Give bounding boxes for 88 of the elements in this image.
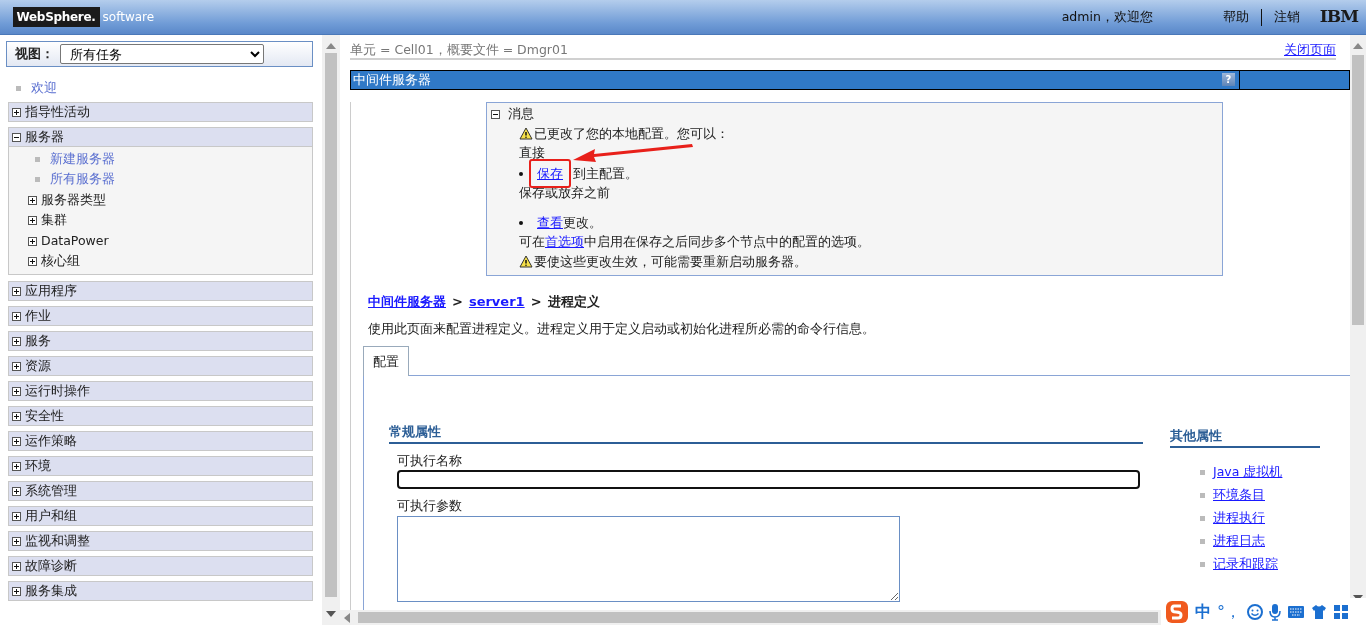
breadcrumb-separator: > (452, 294, 463, 309)
keyboard-icon[interactable] (1287, 604, 1305, 619)
nav-category[interactable]: 系统管理 (8, 480, 313, 501)
field-label: 可执行名称 (397, 451, 463, 470)
property-link[interactable]: Java 虚拟机 (1213, 463, 1283, 479)
message-text: 已更改了您的本地配置。您可以： (534, 124, 729, 143)
panel-title: 中间件服务器 (353, 71, 431, 89)
scope-text: 单元 = Cell01，概要文件 = Dmgr01 (350, 41, 568, 58)
breadcrumb-separator: > (530, 294, 542, 309)
property-link[interactable]: 进程日志 (1213, 532, 1265, 548)
section-heading: 常规属性 (389, 422, 1143, 444)
brand-logo: WebSphere. (12, 7, 100, 27)
nav-subcategory[interactable]: 集群 (28, 210, 67, 231)
scroll-up-icon[interactable] (1353, 43, 1363, 49)
view-label: 视图： (15, 44, 54, 63)
tab[interactable]: 配置 (363, 346, 409, 376)
nav-category[interactable]: 监视和调整 (8, 530, 313, 551)
bullet-icon (35, 177, 40, 183)
close-page-link[interactable]: 关闭页面 (1284, 41, 1336, 58)
scrollbar-thumb[interactable] (358, 612, 1158, 623)
message-text: 到主配置。 (573, 164, 638, 183)
scroll-up-icon[interactable] (326, 43, 336, 49)
nav-category[interactable]: 服务 (8, 330, 313, 351)
input-mode-toggle[interactable]: 中 (1195, 599, 1211, 624)
message-text: 可在首选项中启用在保存之后同步多个节点中的配置的选项。 (519, 233, 870, 252)
message-heading: 消息 (508, 106, 534, 121)
scrollbar-thumb[interactable] (325, 53, 337, 597)
bullet-icon (35, 156, 40, 162)
bullet-icon (1200, 561, 1205, 567)
nav-category[interactable]: 服务集成 (8, 580, 313, 601)
text-area[interactable] (397, 516, 900, 602)
bullet-icon (1200, 538, 1205, 544)
field-label: 可执行参数 (397, 497, 463, 516)
link[interactable]: 查看 (537, 214, 563, 230)
scroll-down-icon[interactable] (326, 611, 336, 617)
warning-icon (519, 127, 533, 140)
warning-icon (519, 255, 533, 268)
nav-category[interactable]: 运作策略 (8, 430, 313, 451)
nav-category[interactable]: 用户和组 (8, 505, 313, 526)
message-text: 直接 (519, 144, 545, 163)
nav-link[interactable]: 所有服务器 (50, 171, 115, 187)
nav-category[interactable]: 资源 (8, 355, 313, 376)
logout-link[interactable]: 注销 (1273, 7, 1300, 27)
punctuation-toggle[interactable]: °， (1217, 599, 1241, 624)
message-text: 查看更改。 (537, 213, 602, 232)
property-link[interactable]: 进程执行 (1213, 509, 1265, 525)
bullet-icon (1200, 515, 1205, 521)
nav-subcategory[interactable]: 服务器类型 (28, 189, 106, 211)
bullet-icon (16, 86, 21, 91)
microphone-icon[interactable] (1269, 602, 1281, 621)
grid-icon[interactable] (1333, 603, 1349, 620)
input-field[interactable] (397, 470, 1140, 490)
link[interactable]: 首选项 (545, 234, 584, 250)
breadcrumb-current: 进程定义 (547, 294, 600, 309)
nav-category[interactable]: 故障诊断 (8, 555, 313, 576)
brand-text: software (102, 9, 155, 26)
nav-category[interactable]: 应用程序 (8, 280, 313, 301)
breadcrumb-link[interactable]: server1 (468, 294, 525, 309)
nav-subcategory[interactable]: 核心组 (28, 251, 80, 272)
company-logo: IBM (1319, 5, 1358, 29)
smiley-icon[interactable] (1247, 603, 1263, 620)
nav-subcategory[interactable]: DataPower (28, 230, 109, 252)
scroll-left-icon[interactable] (344, 613, 350, 623)
bullet-icon (1200, 492, 1205, 498)
view-dropdown[interactable]: 所有任务 (60, 44, 265, 64)
bullet-icon (519, 171, 523, 176)
nav-category[interactable]: 作业 (8, 305, 313, 326)
link[interactable]: 保存 (537, 165, 563, 181)
section-heading: 其他属性 (1170, 426, 1320, 448)
bullet-icon (1200, 469, 1205, 475)
scrollbar-thumb[interactable] (1352, 55, 1364, 325)
welcome-text: admin，欢迎您 (1061, 7, 1153, 26)
message-text: 要使这些更改生效，可能需要重新启动服务器。 (534, 252, 807, 271)
nav-category[interactable]: 环境 (8, 455, 313, 476)
property-link[interactable]: 记录和跟踪 (1213, 555, 1278, 571)
shirt-icon[interactable] (1311, 603, 1327, 620)
page-description: 使用此页面来配置进程定义。进程定义用于定义启动或初始化进程所必需的命令行信息。 (368, 319, 876, 338)
nav-category[interactable]: 运行时操作 (8, 380, 313, 401)
breadcrumb-link[interactable]: 中间件服务器 (368, 294, 446, 309)
input-method-logo-icon[interactable] (1165, 599, 1189, 624)
property-link[interactable]: 环境条目 (1213, 486, 1265, 502)
nav-category[interactable]: 安全性 (8, 405, 313, 426)
nav-category[interactable]: 指导性活动 (8, 101, 313, 122)
help-link[interactable]: 帮助 (1222, 7, 1249, 27)
nav-category[interactable]: 服务器 (8, 126, 313, 147)
bullet-icon (519, 220, 523, 225)
nav-link[interactable]: 新建服务器 (50, 150, 115, 166)
welcome-link[interactable]: 欢迎 (31, 80, 57, 95)
